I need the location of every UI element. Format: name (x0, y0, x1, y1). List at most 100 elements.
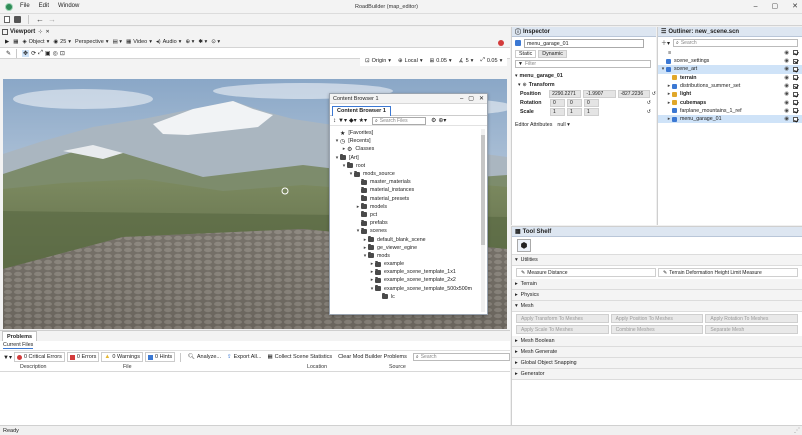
cb-scrollbar[interactable] (481, 129, 485, 312)
enable-checkbox[interactable] (793, 116, 798, 122)
mesh-button[interactable]: Apply Rotation To Meshes (705, 314, 798, 323)
warnings-filter[interactable]: ▲ 0 Warnings (101, 352, 143, 362)
outliner-item[interactable]: ▸ light ◉ (658, 90, 802, 98)
cb-close-icon[interactable]: ✕ (479, 95, 484, 102)
sort-icon[interactable]: ↕ (333, 118, 336, 124)
visibility-eye-icon[interactable]: ◉ (784, 100, 789, 106)
problems-tab[interactable]: Problems (2, 331, 38, 341)
cb-tree-item[interactable]: ▸ example_scene_template_2x2 (332, 276, 478, 284)
cb-tree-item[interactable]: ▸ ge_viewer_egine (332, 244, 478, 252)
local-dropdown[interactable]: ⊕ Local ▾ (396, 56, 425, 66)
audio-dropdown[interactable]: ◂) Audio ▾ (154, 37, 183, 47)
cb-settings-icon[interactable]: ⚙ (431, 117, 436, 124)
scale-z-field[interactable]: 1 (584, 107, 599, 116)
enable-checkbox[interactable] (793, 100, 798, 106)
cb-tree-item[interactable]: master_materials (332, 178, 478, 186)
mesh-button[interactable]: Apply Scale To Meshes (516, 325, 609, 334)
cb-tree-item[interactable]: ▸ example_scene_template_1x1 (332, 268, 478, 276)
entity-expand-icon[interactable]: ▾ (515, 73, 518, 79)
dynamic-toggle[interactable]: Dynamic (538, 50, 567, 58)
outliner-item[interactable]: ▸ distributions_summer_set ◉ (658, 82, 802, 90)
visibility-eye-icon[interactable]: ◉ (784, 91, 789, 97)
enable-header-checkbox[interactable] (793, 50, 798, 55)
video-dropdown[interactable]: ▦ Video ▾ (124, 37, 154, 47)
cb-minimize-icon[interactable]: – (460, 96, 463, 102)
enable-checkbox[interactable] (793, 75, 798, 81)
hints-filter[interactable]: 0 Hints (145, 352, 176, 362)
outliner-add-icon[interactable]: ＋▾ (661, 38, 670, 47)
globe-dropdown[interactable]: ⊕ ▾ (183, 37, 196, 47)
viewport-tab[interactable]: Viewport (10, 29, 35, 35)
new-file-icon[interactable] (4, 16, 10, 23)
cb-tree-item[interactable]: material_presets (332, 195, 478, 203)
grid-icon[interactable]: ▦ (11, 37, 20, 47)
cb-tree-item[interactable]: ▾ [Art] (332, 154, 478, 162)
tool-section-header[interactable]: ▾ Mesh (512, 301, 802, 312)
outliner-search[interactable]: ⌕ Search (673, 38, 799, 47)
viewport-close-icon[interactable]: ✕ (45, 29, 49, 35)
cb-scrollbar-thumb[interactable] (481, 135, 485, 245)
origin-dropdown[interactable]: ⊡ Origin ▾ (363, 56, 393, 66)
outliner-item[interactable]: scene_settings ◉ (658, 57, 802, 65)
camera-speed-dropdown[interactable]: ◉ 25 ▾ (51, 37, 73, 47)
outliner-item[interactable]: farplane_mountains_1_ref ◉ (658, 107, 802, 115)
position-z-field[interactable]: -827.2236 (617, 89, 650, 98)
rotation-y-field[interactable]: 0 (567, 98, 582, 107)
scale-x-field[interactable]: 1 (550, 107, 565, 116)
snap-tool-icon[interactable]: ⊡ (60, 50, 65, 57)
cb-tree-item[interactable]: material_instances (332, 186, 478, 194)
menu-file[interactable]: File (20, 3, 30, 9)
visibility-eye-icon[interactable]: ◉ (784, 66, 789, 72)
analyze-button[interactable]: 🔍︎ Analyze... (186, 352, 223, 362)
rotation-x-field[interactable]: 0 (550, 98, 565, 107)
save-icon[interactable] (14, 16, 21, 23)
editor-attributes-value[interactable]: null ▾ (557, 122, 569, 128)
cube-tab-icon[interactable]: ⬢ (517, 239, 531, 252)
col-location[interactable]: Location (307, 364, 327, 370)
scale-y-field[interactable]: 1 (567, 107, 582, 116)
snap-rotate-dropdown[interactable]: ∡ 5 ▾ (457, 56, 476, 66)
minimize-icon[interactable]: – (754, 3, 758, 10)
collect-stats-button[interactable]: ▦ Collect Scene Statistics (265, 352, 334, 362)
favorite-dropdown[interactable]: ★▾ (359, 117, 367, 124)
menu-window[interactable]: Window (58, 3, 79, 9)
resize-grip-icon[interactable]: ⋰ (794, 427, 800, 434)
cb-tree-item[interactable]: lc (332, 293, 478, 301)
enable-checkbox[interactable] (793, 66, 798, 72)
cb-tree-item[interactable]: ▾ mods (332, 252, 478, 260)
col-file[interactable]: File (123, 364, 132, 370)
bounds-tool-icon[interactable]: ▣ (45, 50, 51, 57)
object-mode-dropdown[interactable]: ◈ Object ▾ (20, 37, 51, 47)
tool-section-header[interactable]: ▸ Generator (512, 369, 802, 380)
outliner-item[interactable]: ▸ cubemaps ◉ (658, 98, 802, 106)
play-button[interactable]: ▶ (3, 37, 11, 47)
scale-reset-icon[interactable]: ↺ (647, 109, 651, 115)
outliner-item[interactable]: ▸ menu_garage_01 ◉ (658, 115, 802, 124)
close-icon[interactable]: ✕ (792, 2, 798, 10)
enable-checkbox[interactable] (793, 108, 798, 114)
transform-expand-icon[interactable]: ▾ (518, 82, 521, 88)
cb-tree-item[interactable]: ▸ models (332, 203, 478, 211)
cb-tree-item[interactable]: ▾ root (332, 162, 478, 170)
pivot-tool-icon[interactable]: ◎ (53, 50, 58, 57)
entity-name-field[interactable]: menu_garage_01 (524, 38, 644, 48)
cb-tree-item[interactable]: ▾ example_scene_template_500x500m (332, 285, 478, 293)
enable-checkbox[interactable] (793, 91, 798, 97)
menu-edit[interactable]: Edit (39, 3, 49, 9)
tool-section-header[interactable]: ▸ Mesh Generate (512, 347, 802, 358)
errors-filter[interactable]: 0 Errors (66, 352, 100, 362)
rotation-reset-icon[interactable]: ↺ (647, 100, 651, 106)
enable-checkbox[interactable] (793, 58, 798, 64)
tool-section-header[interactable]: ▸ Mesh Boolean (512, 336, 802, 347)
rotate-tool-icon[interactable]: ⟳ (31, 50, 36, 57)
mesh-button[interactable]: Apply Position To Meshes (610, 314, 704, 323)
cb-tree-item[interactable]: pct (332, 211, 478, 219)
outliner-item[interactable]: terrain ◉ (658, 74, 802, 82)
cb-tree-item[interactable]: ▾ ◷ [Recents] (332, 137, 478, 145)
tool-section-header[interactable]: ▾ Utilities (512, 255, 802, 266)
visibility-eye-icon[interactable]: ◉ (784, 116, 789, 122)
mesh-button[interactable]: Apply Transform To Meshes (516, 314, 609, 323)
tag-dropdown[interactable]: ◆▾ (349, 117, 357, 124)
projection-dropdown[interactable]: Perspective ▾ (73, 37, 111, 47)
visibility-eye-icon[interactable]: ◉ (784, 75, 789, 81)
